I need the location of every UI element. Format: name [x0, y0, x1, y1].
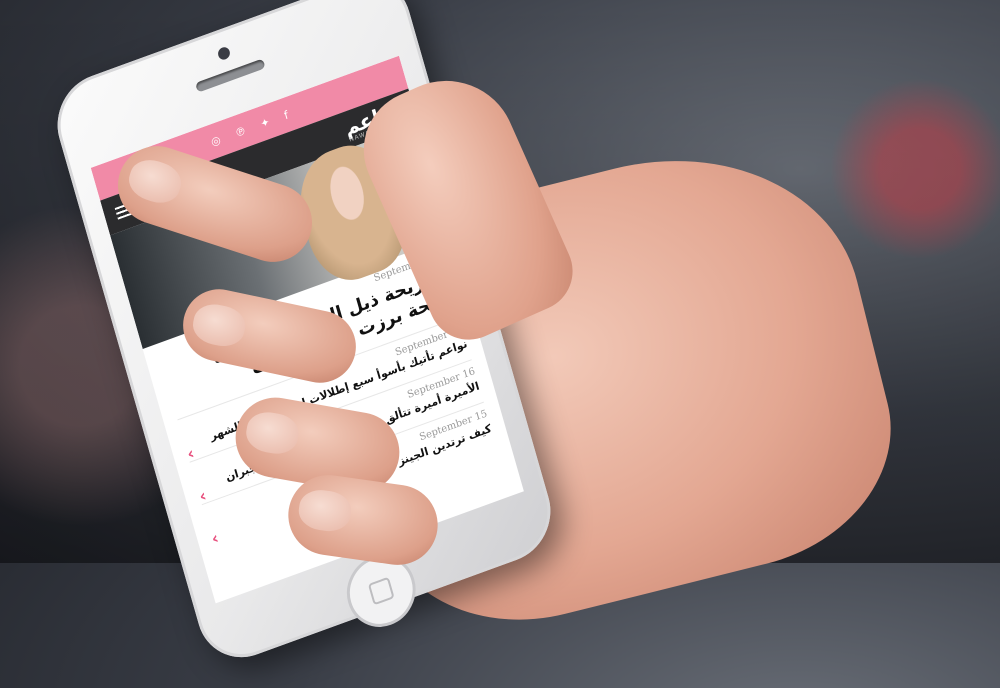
instagram-icon[interactable]: ◎: [209, 133, 222, 149]
fingernail: [243, 408, 302, 458]
home-square-icon: [367, 576, 395, 606]
pinterest-icon[interactable]: ℗: [233, 123, 247, 139]
twitter-icon[interactable]: ✦: [259, 115, 271, 131]
earpiece-speaker: [195, 58, 266, 93]
fingernail: [124, 154, 186, 209]
scene: ◎ ℗ ✦ f نواعم NAWAEM.COM September 19 تس…: [0, 0, 1000, 671]
fingernail: [296, 487, 354, 535]
fingernail: [189, 300, 249, 351]
front-camera: [216, 45, 232, 62]
facebook-icon[interactable]: f: [283, 108, 290, 122]
